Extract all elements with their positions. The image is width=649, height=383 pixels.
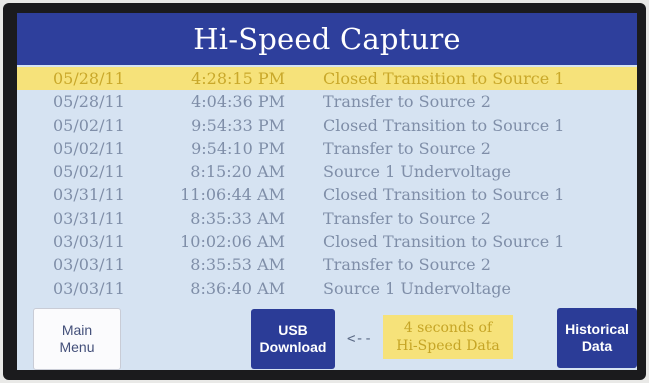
main-menu-button-label: Main Menu bbox=[59, 322, 95, 355]
event-row[interactable]: 05/02/11 8:15:20 AM Source 1 Undervoltage bbox=[17, 160, 637, 183]
usb-download-button[interactable]: USB Download bbox=[251, 309, 335, 369]
event-time: 9:54:33 PM bbox=[191, 115, 285, 135]
event-description: Closed Transition to Source 1 bbox=[323, 185, 565, 205]
event-row[interactable]: 05/28/11 4:04:36 PM Transfer to Source 2 bbox=[17, 90, 637, 113]
event-time: 8:35:53 AM bbox=[190, 255, 285, 275]
event-description: Transfer to Source 2 bbox=[323, 255, 491, 275]
event-time: 9:54:10 PM bbox=[191, 138, 285, 158]
historical-data-button-label: Historical Data bbox=[565, 321, 629, 354]
title-bar: Hi-Speed Capture bbox=[17, 13, 637, 65]
left-arrow-icon: <-- bbox=[347, 331, 373, 347]
event-description: Transfer to Source 2 bbox=[323, 208, 491, 228]
event-description: Source 1 Undervoltage bbox=[323, 162, 511, 182]
event-date: 03/03/11 bbox=[53, 232, 125, 252]
event-date: 03/03/11 bbox=[53, 278, 125, 298]
event-row[interactable]: 03/31/11 11:06:44 AM Closed Transition to … bbox=[17, 183, 637, 206]
screen-title: Hi-Speed Capture bbox=[193, 22, 461, 56]
usb-download-button-label: USB Download bbox=[259, 322, 327, 355]
event-date: 05/02/11 bbox=[53, 162, 125, 182]
event-row[interactable]: 05/28/11 4:28:15 PM Closed Transition to S… bbox=[17, 67, 637, 91]
event-date: 03/31/11 bbox=[53, 185, 125, 205]
event-description: Closed Transition to Source 1 bbox=[323, 69, 565, 88]
event-row[interactable]: 05/02/11 9:54:10 PM Transfer to Source 2 bbox=[17, 137, 637, 160]
event-log-list: 05/28/11 4:28:15 PM Closed Transition to S… bbox=[17, 67, 637, 300]
display-bezel: Hi-Speed Capture 05/28/11 4:28:15 PM Close… bbox=[3, 3, 646, 380]
event-time: 4:28:15 PM bbox=[191, 69, 285, 88]
event-time: 8:35:33 AM bbox=[190, 208, 285, 228]
event-row[interactable]: 05/02/11 9:54:33 PM Closed Transition to S… bbox=[17, 114, 637, 137]
event-time: 10:02:06 AM bbox=[180, 232, 285, 252]
event-time: 11:06:44 AM bbox=[180, 185, 285, 205]
event-description: Closed Transition to Source 1 bbox=[323, 115, 565, 135]
event-row[interactable]: 03/03/11 8:35:53 AM Transfer to Source 2 bbox=[17, 253, 637, 276]
note-line-1: 4 seconds of bbox=[403, 320, 493, 336]
event-time: 8:36:40 AM bbox=[190, 278, 285, 298]
main-menu-button[interactable]: Main Menu bbox=[33, 308, 121, 370]
event-row[interactable]: 03/03/11 8:36:40 AM Source 1 Undervoltage bbox=[17, 277, 637, 300]
event-date: 03/03/11 bbox=[53, 255, 125, 275]
event-date: 05/28/11 bbox=[53, 69, 125, 88]
touch-screen: Hi-Speed Capture 05/28/11 4:28:15 PM Close… bbox=[17, 13, 637, 370]
event-description: Closed Transition to Source 1 bbox=[323, 232, 565, 252]
event-date: 05/28/11 bbox=[53, 92, 125, 112]
event-row[interactable]: 03/03/11 10:02:06 AM Closed Transition to … bbox=[17, 230, 637, 253]
event-date: 05/02/11 bbox=[53, 138, 125, 158]
event-description: Transfer to Source 2 bbox=[323, 92, 491, 112]
event-time: 8:15:20 AM bbox=[190, 162, 285, 182]
event-row[interactable]: 03/31/11 8:35:33 AM Transfer to Source 2 bbox=[17, 207, 637, 230]
historical-data-button[interactable]: Historical Data bbox=[557, 308, 637, 368]
event-date: 03/31/11 bbox=[53, 208, 125, 228]
event-description: Source 1 Undervoltage bbox=[323, 278, 511, 298]
event-description: Transfer to Source 2 bbox=[323, 138, 491, 158]
event-date: 05/02/11 bbox=[53, 115, 125, 135]
note-line-2: Hi-Speed Data bbox=[396, 338, 500, 354]
capture-duration-note: 4 seconds of Hi-Speed Data bbox=[383, 315, 513, 359]
event-time: 4:04:36 PM bbox=[191, 92, 285, 112]
